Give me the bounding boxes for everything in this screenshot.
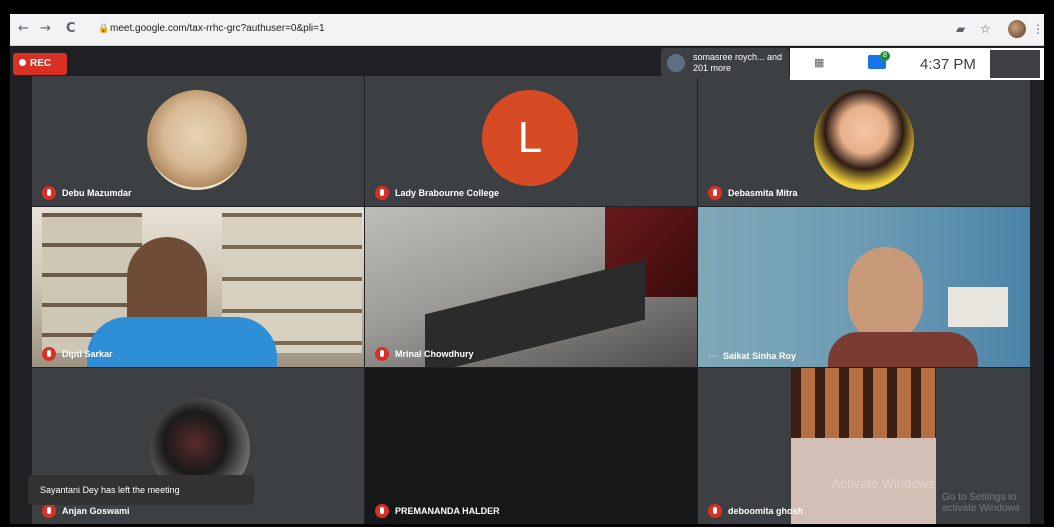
participant-name: Debasmita Mitra <box>728 188 798 198</box>
watermark: Activate Windows <box>832 476 935 491</box>
mic-off-icon <box>375 186 389 200</box>
participants-text: somasree roych... and 201 more <box>693 52 783 73</box>
participant-name: Anjan Goswami <box>62 506 130 516</box>
recording-badge: REC <box>13 53 67 75</box>
mic-off-icon <box>708 186 722 200</box>
key-icon[interactable]: ▰ <box>956 22 965 36</box>
left-meeting-toast: Sayantani Dey has left the meeting <box>28 475 254 505</box>
participant-name: deboomita ghosh <box>728 506 803 516</box>
avatar <box>147 90 247 190</box>
participant-tile[interactable]: PREMANANDA HALDER <box>365 368 697 524</box>
more-icon[interactable]: ··· <box>708 351 717 361</box>
participant-name: Mrinal Chowdhury <box>395 349 474 359</box>
profile-icon[interactable] <box>1008 20 1026 38</box>
people-icon[interactable]: ▦ <box>814 56 824 69</box>
mic-off-icon <box>42 347 56 361</box>
meeting-clock: 4:37 PM <box>920 56 976 73</box>
participant-name: Debu Mazumdar <box>62 188 132 198</box>
participant-name: Lady Brabourne College <box>395 188 500 198</box>
browser-toolbar: ← → C 🔒 meet.google.com/tax-rrhc-grc?aut… <box>10 14 1044 46</box>
lock-icon: 🔒 <box>98 23 110 33</box>
participant-tile[interactable]: Dipti Sarkar <box>32 207 364 367</box>
mic-off-icon <box>42 186 56 200</box>
mic-off-icon <box>708 504 722 518</box>
avatar: L <box>482 90 578 186</box>
mic-off-icon <box>42 504 56 518</box>
forward-icon[interactable]: → <box>40 21 51 36</box>
watermark-sub: Go to Settings to activate Windows <box>942 492 1020 514</box>
self-view[interactable] <box>990 50 1040 78</box>
mic-off-icon <box>375 347 389 361</box>
participant-name: PREMANANDA HALDER <box>395 506 500 516</box>
avatar <box>814 90 914 190</box>
meet-window: ← → C 🔒 meet.google.com/tax-rrhc-grc?aut… <box>10 14 1044 524</box>
menu-icon[interactable]: ⋮ <box>1032 22 1044 36</box>
chat-badge: 8 <box>880 51 890 61</box>
participant-tile[interactable]: ··· Saikat Sinha Roy <box>698 207 1030 367</box>
avatar <box>667 54 685 72</box>
reload-icon[interactable]: C <box>66 21 76 36</box>
participant-tile[interactable]: L Lady Brabourne College <box>365 76 697 206</box>
star-icon[interactable]: ☆ <box>980 22 991 36</box>
address-bar[interactable]: 🔒 meet.google.com/tax-rrhc-grc?authuser=… <box>92 19 742 41</box>
participant-tile[interactable]: Debu Mazumdar <box>32 76 364 206</box>
participants-pill[interactable]: somasree roych... and 201 more <box>661 48 789 78</box>
participant-name: Dipti Sarkar <box>62 349 113 359</box>
meeting-info-bar: ▦ 8 4:37 PM <box>790 48 1044 80</box>
participant-name: Saikat Sinha Roy <box>723 351 797 361</box>
back-icon[interactable]: ← <box>18 21 29 36</box>
url-text[interactable]: meet.google.com/tax-rrhc-grc?authuser=0&… <box>110 23 325 34</box>
participant-tile[interactable]: Debasmita Mitra <box>698 76 1030 206</box>
participant-tile[interactable]: Mrinal Chowdhury <box>365 207 697 367</box>
mic-off-icon <box>375 504 389 518</box>
